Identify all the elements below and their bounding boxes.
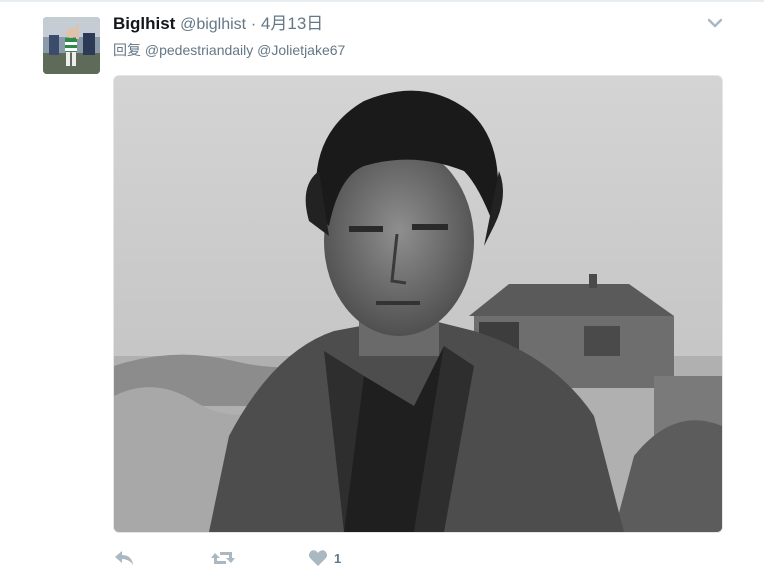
- heart-icon: [308, 550, 328, 566]
- user-handle[interactable]: @biglhist: [180, 16, 246, 33]
- reply-icon: [115, 551, 133, 565]
- retweet-button[interactable]: [210, 546, 236, 570]
- mention-link[interactable]: @pedestriandaily: [145, 42, 253, 58]
- tweet-header: Biglhist @biglhist · 4月13日: [113, 14, 323, 35]
- photo-image: [114, 76, 722, 532]
- reply-prefix: 回复: [113, 42, 141, 58]
- tweet-photo[interactable]: [113, 75, 723, 533]
- avatar[interactable]: [43, 17, 100, 74]
- retweet-icon: [211, 552, 235, 564]
- like-button[interactable]: 1: [308, 546, 341, 570]
- like-count: 1: [334, 550, 342, 566]
- tweet-separator: [0, 0, 764, 2]
- tweet-timestamp[interactable]: 4月13日: [261, 14, 323, 33]
- avatar-image: [43, 17, 100, 74]
- chevron-down-icon[interactable]: [706, 14, 724, 32]
- header-separator: ·: [250, 16, 257, 33]
- reply-button[interactable]: [113, 546, 135, 570]
- user-fullname[interactable]: Biglhist: [113, 14, 175, 33]
- mention-link[interactable]: @Jolietjake67: [257, 42, 345, 58]
- reply-context: 回复 @pedestriandaily @Jolietjake67: [113, 40, 345, 60]
